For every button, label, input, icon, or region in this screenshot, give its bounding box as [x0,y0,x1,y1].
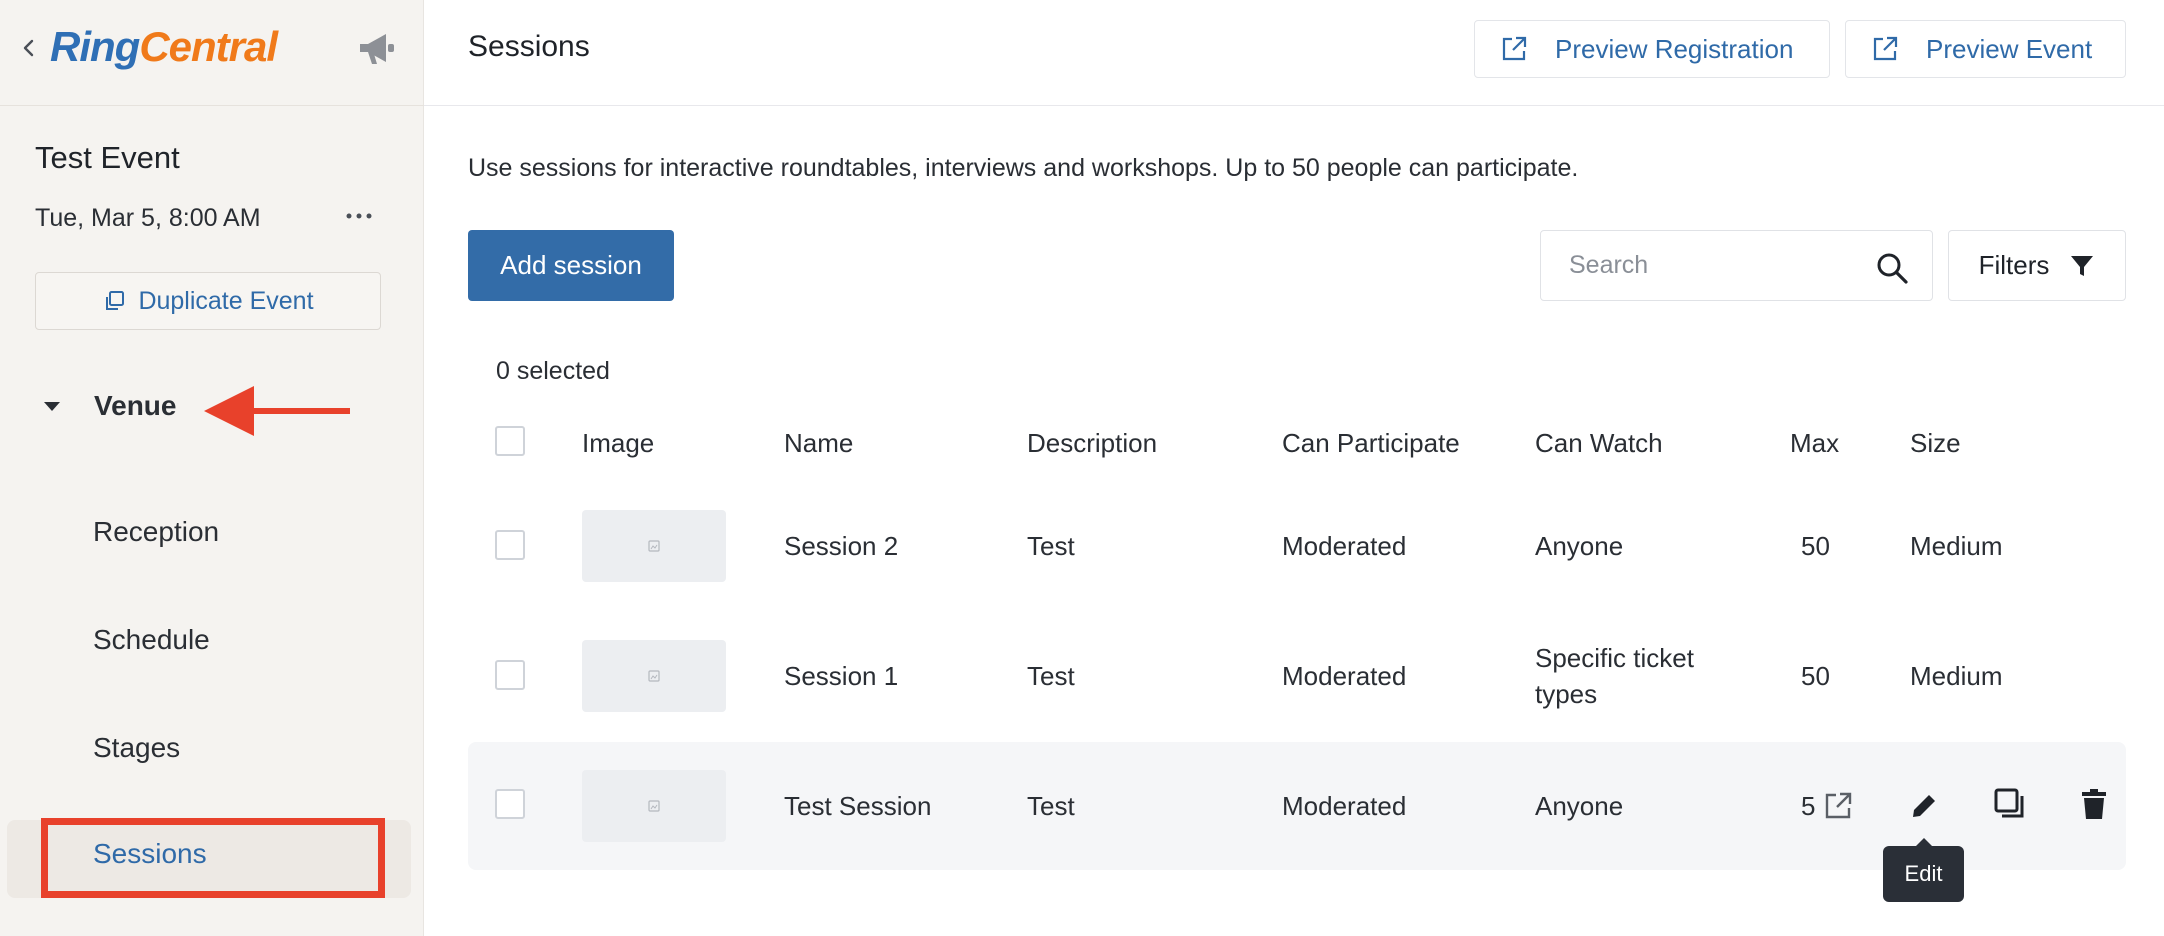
edit-tooltip: Edit [1883,846,1964,902]
cell-can-participate: Moderated [1282,791,1407,821]
pencil-icon[interactable] [1907,789,1941,823]
cell-max: 5 [1801,791,1816,821]
sidebar-item-schedule[interactable]: Schedule [93,624,210,656]
page-title: Sessions [468,30,590,63]
row-checkbox[interactable] [495,530,525,560]
external-link-icon [1502,36,1527,61]
page-header: Sessions Preview Registration Preview Ev… [424,0,2164,106]
external-link-icon [1873,36,1898,61]
column-header-description: Description [1027,428,1158,458]
cell-can-watch-line1: Specific ticket [1535,643,1694,673]
caret-down-icon [44,402,60,411]
cell-max: 50 [1801,531,1830,561]
cell-can-participate: Moderated [1282,531,1407,561]
cell-can-watch: Anyone [1535,531,1624,561]
cell-can-participate: Moderated [1282,661,1407,691]
event-date: Tue, Mar 5, 8:00 AM [35,204,261,232]
cell-name: Test Session [784,791,932,821]
venue-label: Venue [94,390,177,421]
filter-icon [2071,255,2094,276]
cell-max: 50 [1801,661,1830,691]
venue-section-toggle[interactable]: Venue [40,390,176,422]
cell-name: Session 2 [784,531,899,561]
open-session-icon[interactable] [1821,789,1855,823]
cell-can-watch: Anyone [1535,791,1624,821]
column-header-can-watch: Can Watch [1535,428,1663,458]
row-checkbox[interactable] [495,660,525,690]
chevron-left-icon[interactable] [18,34,38,62]
cell-can-watch-line2: types [1535,679,1598,709]
select-all-checkbox[interactable] [495,426,525,456]
preview-registration-label: Preview Registration [1555,33,1794,64]
search-input[interactable] [1569,231,1869,300]
intro-text: Use sessions for interactive roundtables… [468,154,1579,182]
preview-event-label: Preview Event [1926,33,2093,64]
sidebar: RingCentral Test Event Tue, Mar 5, 8:00 … [0,0,424,936]
copy-icon [106,291,125,310]
image-placeholder-icon [648,540,660,552]
column-header-name[interactable]: Name [784,428,853,459]
session-thumbnail [582,770,726,842]
search-icon[interactable] [1875,251,1909,285]
annotation-arrow [204,386,350,436]
sidebar-header: RingCentral [0,0,424,106]
image-placeholder-icon [648,800,660,812]
preview-registration-button[interactable]: Preview Registration [1474,20,1830,78]
megaphone-icon[interactable] [356,30,400,68]
trash-icon[interactable] [2077,787,2111,821]
annotation-highlight-box [41,818,385,898]
filters-button[interactable]: Filters [1948,230,2126,301]
column-header-image: Image [582,428,655,458]
event-title: Test Event [35,140,180,175]
cell-description: Test [1027,531,1075,561]
session-thumbnail [582,640,726,712]
sidebar-item-stages[interactable]: Stages [93,732,180,764]
session-thumbnail [582,510,726,582]
column-header-max: Max [1790,428,1840,458]
filters-label: Filters [1978,250,2050,280]
selected-count: 0 selected [496,357,610,385]
cell-description: Test [1027,661,1075,691]
duplicate-icon[interactable] [1992,786,2026,820]
duplicate-event-label: Duplicate Event [138,286,314,315]
column-header-size: Size [1910,428,1961,458]
cell-size: Medium [1910,531,2003,561]
cell-name: Session 1 [784,661,899,691]
search-box[interactable] [1540,230,1933,301]
ringcentral-logo: RingCentral [50,23,278,70]
row-checkbox[interactable] [495,789,525,819]
add-session-button[interactable]: Add session [468,230,674,301]
cell-size: Medium [1910,661,2003,691]
duplicate-event-button[interactable]: Duplicate Event [35,272,381,330]
image-placeholder-icon [648,670,660,682]
more-horizontal-icon[interactable] [344,206,374,226]
column-header-can-participate: Can Participate [1282,428,1460,458]
sidebar-item-reception[interactable]: Reception [93,516,219,548]
preview-event-button[interactable]: Preview Event [1845,20,2126,78]
cell-description: Test [1027,791,1075,821]
